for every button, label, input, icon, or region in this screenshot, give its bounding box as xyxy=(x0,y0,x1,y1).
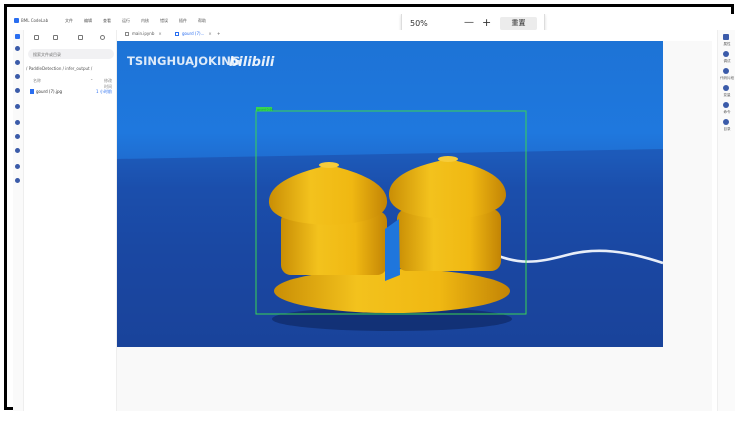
tab-main-notebook[interactable]: main.ipynb × xyxy=(125,31,162,39)
sort-chevron-icon[interactable]: ⌃ xyxy=(90,78,93,83)
tab-gourd-image[interactable]: gourd (7)... × xyxy=(175,31,212,39)
new-folder-icon[interactable] xyxy=(53,35,58,40)
file-browser: / PaddleDetection / infer_output / 名称 ⌃ … xyxy=(24,30,117,411)
menu-item-run[interactable]: 运行 xyxy=(122,18,130,24)
git-icon[interactable] xyxy=(15,148,20,153)
upload-icon[interactable] xyxy=(78,35,83,40)
menu-item-kernel[interactable]: 内核 xyxy=(141,18,149,24)
detection-image[interactable]: gourd 0.98 TSINGHUAJOKING bilibili xyxy=(117,41,663,347)
menubar: BML CodeLab 文件 编辑 查看 运行 内核 错误 插件 帮助 xyxy=(13,14,735,30)
gourd-gap xyxy=(385,219,400,281)
file-list-item[interactable]: gourd (7).jpg 1 小时前 xyxy=(28,88,114,96)
tabs-icon[interactable] xyxy=(15,74,20,79)
column-name[interactable]: 名称 xyxy=(33,78,41,84)
debug-icon[interactable] xyxy=(723,51,729,57)
model-icon[interactable] xyxy=(15,120,20,125)
rightbar-label-snippet: 代码片段 xyxy=(720,76,734,80)
menu-item-view[interactable]: 查看 xyxy=(103,18,111,24)
menu-item-edit[interactable]: 编辑 xyxy=(84,18,92,24)
close-icon[interactable]: × xyxy=(158,31,161,36)
main-menu: 文件 编辑 查看 运行 内核 错误 插件 帮助 xyxy=(65,18,206,24)
left-activity-bar xyxy=(13,30,24,411)
files-icon[interactable] xyxy=(15,34,20,39)
left-gourd-tip xyxy=(319,162,339,168)
file-search-input[interactable] xyxy=(28,49,114,59)
zoom-reset-button[interactable]: 重置 xyxy=(500,17,537,30)
zoom-level: 50% xyxy=(410,19,428,28)
running-icon[interactable] xyxy=(15,46,20,51)
commands-icon[interactable] xyxy=(15,60,20,65)
snippet-icon[interactable] xyxy=(723,68,729,74)
image-icon xyxy=(175,32,179,36)
tab-label: gourd (7)... xyxy=(182,31,205,36)
tab-bar: main.ipynb × gourd (7)... × + xyxy=(117,30,717,40)
image-viewer: gourd 0.98 TSINGHUAJOKING bilibili xyxy=(117,41,712,411)
menu-item-error[interactable]: 错误 xyxy=(160,18,168,24)
menu-item-help[interactable]: 帮助 xyxy=(198,18,206,24)
rightbar-label-debug: 调试 xyxy=(723,59,731,63)
window-frame: BML CodeLab 文件 编辑 查看 运行 内核 错误 插件 帮助 50% … xyxy=(4,4,735,411)
rightbar-label-variable: 变量 xyxy=(723,93,731,97)
command-icon[interactable] xyxy=(723,102,729,108)
image-file-icon xyxy=(30,89,34,94)
bilibili-logo: bilibili xyxy=(229,55,275,70)
file-name: gourd (7).jpg xyxy=(36,89,63,94)
dataset-icon[interactable] xyxy=(15,104,20,109)
terminal-icon[interactable] xyxy=(15,134,20,139)
extensions-icon[interactable] xyxy=(15,88,20,93)
workspace: BML CodeLab 文件 编辑 查看 运行 内核 错误 插件 帮助 50% … xyxy=(13,14,735,411)
breadcrumb[interactable]: / PaddleDetection / infer_output / xyxy=(26,66,92,71)
menu-item-file[interactable]: 文件 xyxy=(65,18,73,24)
variable-icon[interactable] xyxy=(723,85,729,91)
file-toolbar xyxy=(28,34,114,44)
close-icon[interactable]: × xyxy=(208,31,211,36)
notebook-icon xyxy=(125,32,129,36)
right-activity-bar: 属性 调试 代码片段 变量 命令 目录 xyxy=(717,30,735,411)
detection-label: gourd 0.98 xyxy=(257,107,273,111)
refresh-icon[interactable] xyxy=(100,35,105,40)
help-icon[interactable] xyxy=(15,178,20,183)
rightbar-label-command: 命令 xyxy=(723,110,731,114)
file-modified: 1 小时前 xyxy=(96,89,112,94)
rightbar-label-toc: 目录 xyxy=(723,127,731,131)
zoom-in-button[interactable]: + xyxy=(482,16,491,29)
menu-item-plugins[interactable]: 插件 xyxy=(179,18,187,24)
watermark-text: TSINGHUAJOKING xyxy=(127,54,240,68)
app-logo-icon xyxy=(14,18,19,23)
toc-icon[interactable] xyxy=(723,119,729,125)
property-icon[interactable] xyxy=(723,34,729,40)
new-launcher-icon[interactable] xyxy=(34,35,39,40)
app-title: BML CodeLab xyxy=(21,18,49,23)
new-tab-button[interactable]: + xyxy=(217,31,220,39)
rightbar-label-property: 属性 xyxy=(723,42,731,46)
photo-drawing: gourd 0.98 TSINGHUAJOKING bilibili xyxy=(117,54,663,347)
right-gourd-tip xyxy=(438,156,458,162)
tab-label: main.ipynb xyxy=(132,31,155,36)
zoom-out-button[interactable]: — xyxy=(464,17,474,28)
settings-icon[interactable] xyxy=(15,164,20,169)
